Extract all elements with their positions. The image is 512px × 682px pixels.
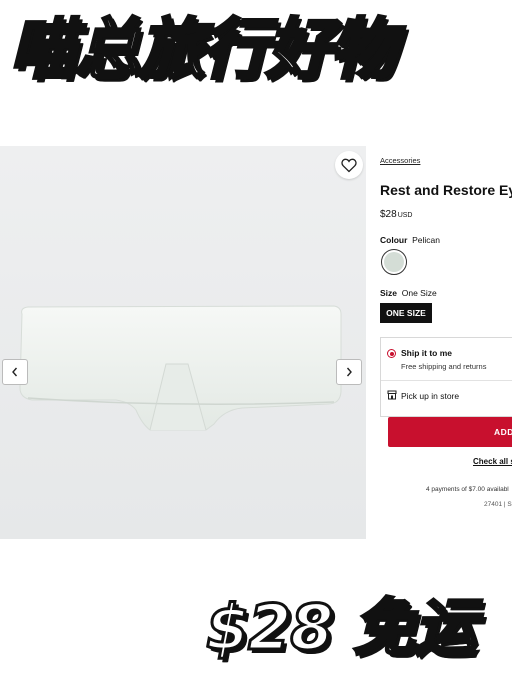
radio-dot [389,351,394,356]
product-page-screenshot: Accessories Rest and Restore Ey $28USD C… [0,146,512,539]
size-value: One Size [401,288,437,298]
product-image-gallery [0,146,366,539]
price-currency: USD [397,212,413,219]
ship-option-subtitle: Free shipping and returns [401,362,487,371]
product-details-panel: Accessories Rest and Restore Ey $28USD C… [366,146,512,539]
colour-row: Colour Pelican [380,235,440,245]
colour-value: Pelican [412,235,441,245]
fulfillment-options: Ship it to me Free shipping and returns … [380,337,512,417]
favorite-button[interactable] [335,151,363,179]
product-title: Rest and Restore Ey [380,182,512,198]
size-label: Size [380,288,398,298]
product-image [19,305,342,431]
previous-image-button[interactable] [2,359,28,385]
product-price: $28USD [380,209,412,220]
poster-footer-price: $28 免运 [206,590,478,666]
pickup-option-label: Pick up in store [401,391,460,401]
breadcrumb[interactable]: Accessories [380,156,420,165]
swatch-fill [384,252,404,272]
store-code: 27401 | S [484,501,512,508]
add-to-bag-button[interactable]: ADD [388,417,512,447]
radio-selected[interactable] [387,349,396,358]
poster-headline: 喵总旅行好物 [10,10,398,90]
price-amount: $28 [380,209,397,220]
chevron-right-icon [346,367,352,377]
size-option-button[interactable]: ONE SIZE [380,303,432,323]
ship-option-title: Ship it to me [401,348,452,358]
divider [381,380,512,381]
heart-icon [341,158,357,172]
chevron-left-icon [12,367,18,377]
colour-label: Colour [380,235,408,245]
check-all-stores-link[interactable]: Check all s [473,457,512,466]
store-icon [387,390,397,400]
colour-swatch[interactable] [381,249,407,275]
size-row: Size One Size [380,288,437,298]
payments-info: 4 payments of $7.00 availabl [426,486,509,493]
next-image-button[interactable] [336,359,362,385]
